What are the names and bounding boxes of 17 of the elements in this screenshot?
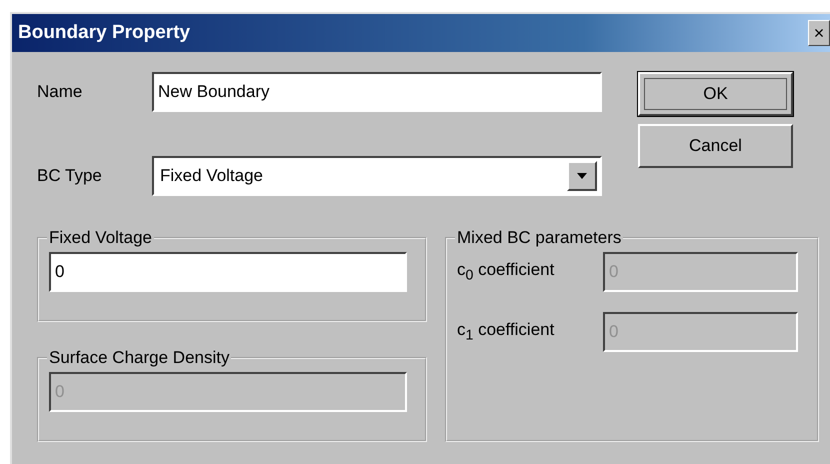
coefficient-label: c$_{0}$ coefficient [457,260,556,284]
ok-button[interactable]: OK [638,72,793,116]
name-label: Name [37,82,84,102]
bc-type-dropdown[interactable]: Fixed Voltage [152,156,602,196]
fixed-voltage-field[interactable]: 0 [49,252,407,292]
name-field[interactable]: New Boundary [152,72,602,112]
window-title: Boundary Property [18,22,190,44]
dropdown-value: Fixed Voltage [160,166,264,186]
group-title: Fixed Voltage [48,228,154,248]
cancel-button[interactable]: Cancel [638,124,793,168]
dropdown-arrow-icon [577,173,587,179]
coefficient-label: c$_{1}$ coefficient [457,320,556,344]
bc-type-label: BC Type [37,166,103,186]
group-title: Mixed BC parameters [456,228,622,248]
group-title: Surface Charge Density [48,348,230,368]
dropdown-button[interactable] [567,161,597,191]
close-button[interactable]: × [808,20,830,46]
